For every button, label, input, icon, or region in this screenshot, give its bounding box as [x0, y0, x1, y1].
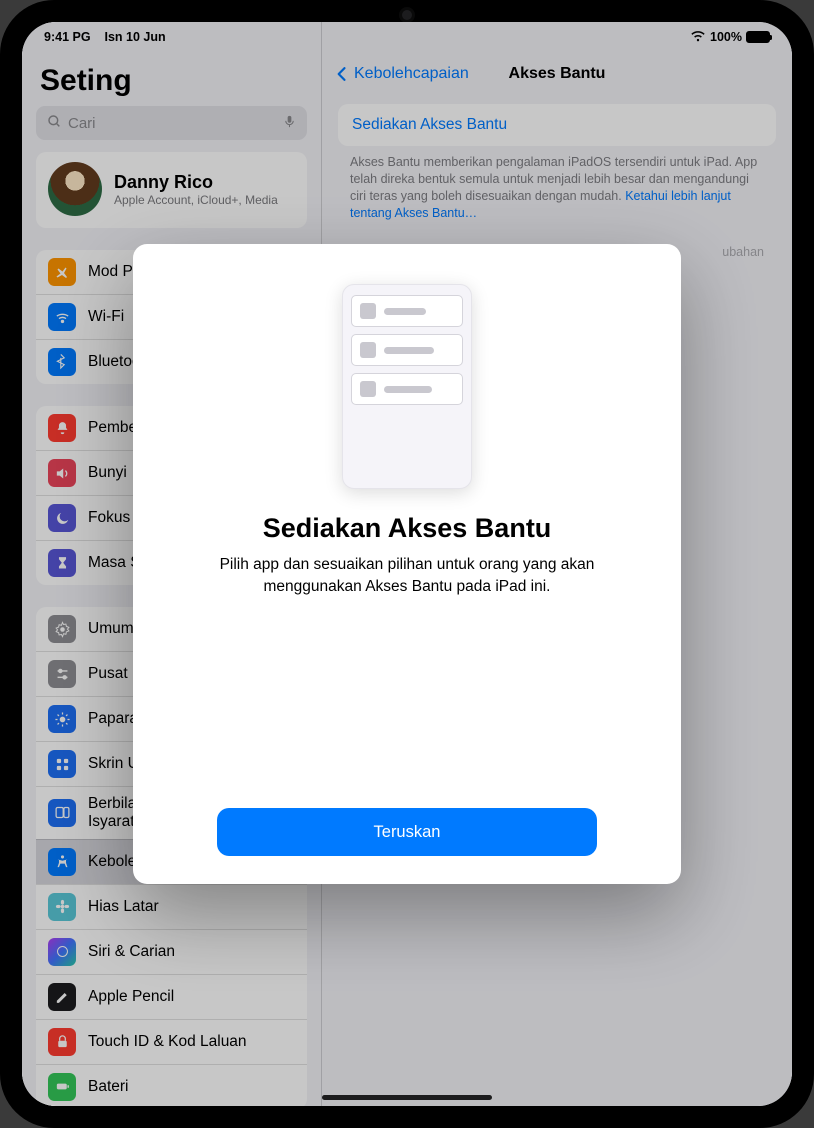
front-camera: [402, 10, 412, 20]
modal-backdrop[interactable]: Sediakan Akses Bantu Pilih app dan sesua…: [22, 22, 792, 1106]
continue-button[interactable]: Teruskan: [217, 808, 597, 856]
modal-title: Sediakan Akses Bantu: [263, 513, 552, 544]
modal-illustration: [342, 284, 472, 489]
setup-modal: Sediakan Akses Bantu Pilih app dan sesua…: [133, 244, 681, 884]
home-indicator[interactable]: [322, 1095, 492, 1100]
modal-body: Pilih app dan sesuaikan pilihan untuk or…: [207, 554, 607, 597]
